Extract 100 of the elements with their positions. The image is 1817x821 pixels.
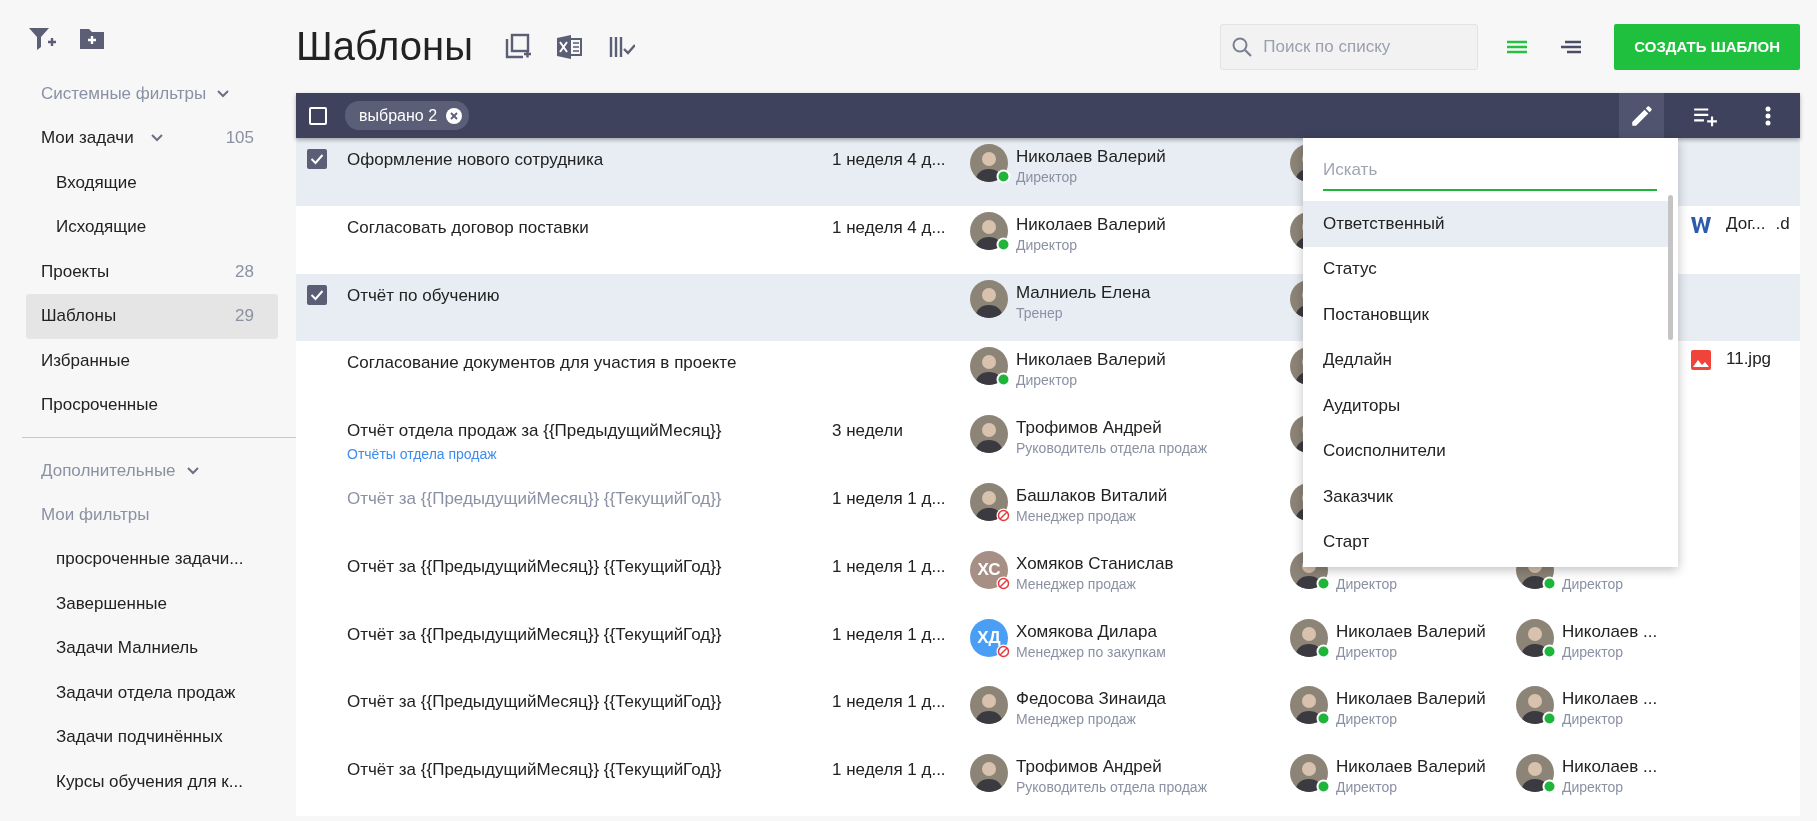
task-title[interactable]: Отчёт отдела продаж за {{ПредыдущийМесяц}} bbox=[347, 420, 772, 443]
person-role: Менеджер продаж bbox=[1016, 507, 1137, 525]
menu-item[interactable]: Дедлайн bbox=[1303, 337, 1668, 383]
person-role: Директор bbox=[1336, 642, 1398, 661]
task-title[interactable]: Отчёт за {{ПредыдущийМесяц}} {{ТекущийГод}} bbox=[347, 691, 772, 714]
person-avatar bbox=[1290, 686, 1328, 725]
duration: 3 недели bbox=[832, 420, 903, 443]
person-name[interactable]: Николаев Валерий bbox=[1336, 756, 1486, 779]
task-title[interactable]: Оформление нового сотрудника bbox=[347, 149, 772, 171]
sidebar-item[interactable]: Мои задачи 105 bbox=[26, 116, 278, 161]
checkbox[interactable] bbox=[307, 284, 327, 305]
sidebar-item[interactable]: Входящие bbox=[26, 160, 278, 205]
person-name[interactable]: Николаев ... bbox=[1562, 756, 1658, 779]
task-title[interactable]: Согласование документов для участия в проекте bbox=[347, 352, 772, 375]
person-avatar bbox=[970, 279, 1008, 318]
task-title[interactable]: Отчёт за {{ПредыдущийМесяц}} {{ТекущийГод}} bbox=[347, 623, 772, 646]
excel-icon[interactable] bbox=[554, 32, 583, 61]
person-role: Директор bbox=[1336, 778, 1398, 797]
person-role: Директор bbox=[1562, 642, 1624, 661]
sidebar-item[interactable]: Исходящие bbox=[26, 205, 278, 250]
person-name[interactable]: Федосова Зинаида bbox=[1016, 688, 1167, 711]
person-avatar bbox=[970, 211, 1008, 250]
person-name[interactable]: Малниель Елена bbox=[1016, 281, 1151, 304]
file-name[interactable]: Дог... bbox=[1726, 213, 1766, 234]
person-avatar bbox=[1290, 754, 1328, 793]
person-name[interactable]: Хомяков Станислав bbox=[1016, 552, 1174, 575]
menu-item[interactable]: Аудиторы bbox=[1303, 383, 1668, 429]
person-avatar bbox=[1290, 618, 1328, 657]
person-role: Директор bbox=[1016, 235, 1078, 254]
task-title[interactable]: Согласовать договор поставки bbox=[347, 216, 772, 239]
menu-item[interactable]: Старт bbox=[1303, 519, 1668, 565]
person-avatar bbox=[1516, 754, 1554, 793]
edit-button[interactable] bbox=[1619, 93, 1664, 138]
selection-chip[interactable]: выбрано 2 bbox=[345, 101, 470, 130]
person-role: Директор bbox=[1562, 710, 1624, 729]
folder-add-icon[interactable] bbox=[78, 26, 106, 52]
person-name[interactable]: Николаев Валерий bbox=[1016, 349, 1166, 372]
sidebar-item[interactable]: Завершенные bbox=[26, 581, 278, 626]
search-field[interactable]: Поиск по списку bbox=[1220, 23, 1479, 70]
person-name[interactable]: Николаев ... bbox=[1562, 688, 1658, 711]
task-title[interactable]: Отчёт по обучению bbox=[347, 284, 772, 307]
person-role: Руководитель отдела продаж bbox=[1016, 778, 1207, 797]
person-name[interactable]: Хомякова Дилара bbox=[1016, 620, 1166, 643]
person-name[interactable]: Николаев Валерий bbox=[1016, 213, 1166, 236]
duration: 1 неделя 1 д... bbox=[832, 488, 946, 510]
sidebar-item[interactable]: Проекты 28 bbox=[26, 249, 278, 294]
menu-item[interactable]: Статус bbox=[1303, 246, 1668, 292]
task-title[interactable]: Отчёт за {{ПредыдущийМесяц}} {{ТекущийГод}} bbox=[347, 555, 772, 578]
duration: 1 неделя 1 д... bbox=[832, 691, 946, 714]
duration: 1 неделя 1 д... bbox=[832, 759, 946, 782]
person-role: Директор bbox=[1562, 778, 1624, 797]
sidebar-item[interactable]: Шаблоны 29 bbox=[26, 294, 278, 339]
person-role: Директор bbox=[1016, 371, 1078, 390]
person-name[interactable]: Николаев Валерий bbox=[1336, 688, 1486, 711]
person-avatar bbox=[970, 415, 1008, 454]
person-role: Менеджер продаж bbox=[1016, 710, 1137, 729]
duration: 1 неделя 1 д... bbox=[832, 555, 946, 578]
person-avatar bbox=[1516, 686, 1554, 725]
sidebar-item[interactable]: просроченные задачи... bbox=[26, 537, 278, 582]
menu-item[interactable]: Постановщик bbox=[1303, 292, 1668, 338]
initials-avatar: ХД bbox=[970, 618, 1008, 657]
duration: 1 неделя 4 д... bbox=[832, 216, 946, 239]
person-name[interactable]: Трофимов Андрей bbox=[1016, 417, 1207, 440]
menu-item[interactable]: Заказчик bbox=[1303, 474, 1668, 520]
person-role: Директор bbox=[1336, 710, 1398, 729]
sidebar-item[interactable]: Курсы обучения для к... bbox=[26, 759, 278, 804]
person-avatar bbox=[1516, 618, 1554, 657]
sidebar-item[interactable]: Просроченные bbox=[26, 383, 278, 428]
person-name[interactable]: Николаев Валерий bbox=[1336, 620, 1486, 643]
person-name[interactable]: Николаев ... bbox=[1562, 620, 1658, 643]
more-icon bbox=[1764, 105, 1771, 126]
initials-avatar: ХС bbox=[970, 550, 1008, 589]
person-role: Руководитель отдела продаж bbox=[1016, 439, 1207, 458]
sidebar-item[interactable]: Задачи отдела продаж bbox=[26, 670, 278, 715]
person-avatar bbox=[970, 347, 1008, 386]
image-icon bbox=[1690, 349, 1712, 372]
person-name[interactable]: Башлаков Виталий bbox=[1016, 485, 1168, 507]
person-role: Тренер bbox=[1016, 303, 1064, 322]
checkbox[interactable] bbox=[307, 149, 327, 169]
task-title[interactable]: Отчёт за {{ПредыдущийМесяц}} {{ТекущийГод}} bbox=[347, 759, 772, 782]
filter-add-icon[interactable] bbox=[28, 26, 56, 52]
person-avatar bbox=[970, 686, 1008, 725]
person-name[interactable]: Николаев Валерий bbox=[1016, 146, 1166, 168]
sidebar-item[interactable]: Задачи Малниель bbox=[26, 626, 278, 671]
person-role: Менеджер по закупкам bbox=[1016, 642, 1166, 661]
close-icon[interactable] bbox=[445, 106, 464, 125]
person-role: Директор bbox=[1562, 574, 1623, 593]
person-avatar bbox=[970, 754, 1008, 793]
page-title: Шаблоны bbox=[296, 24, 473, 69]
person-role: Менеджер продаж bbox=[1016, 574, 1137, 593]
duration: 1 неделя 1 д... bbox=[832, 623, 946, 646]
sidebar-item[interactable]: Задачи подчинённых bbox=[26, 715, 278, 760]
menu-item[interactable]: Ответственный bbox=[1303, 201, 1668, 247]
person-avatar bbox=[970, 483, 1008, 521]
file-name[interactable]: 11.jpg bbox=[1726, 349, 1772, 370]
person-name[interactable]: Трофимов Андрей bbox=[1016, 756, 1207, 779]
file-extension: .d bbox=[1775, 213, 1790, 234]
menu-item[interactable]: Соисполнители bbox=[1303, 428, 1668, 474]
select-all-checkbox[interactable] bbox=[309, 106, 327, 125]
sidebar-item[interactable]: Избранные bbox=[26, 338, 278, 383]
